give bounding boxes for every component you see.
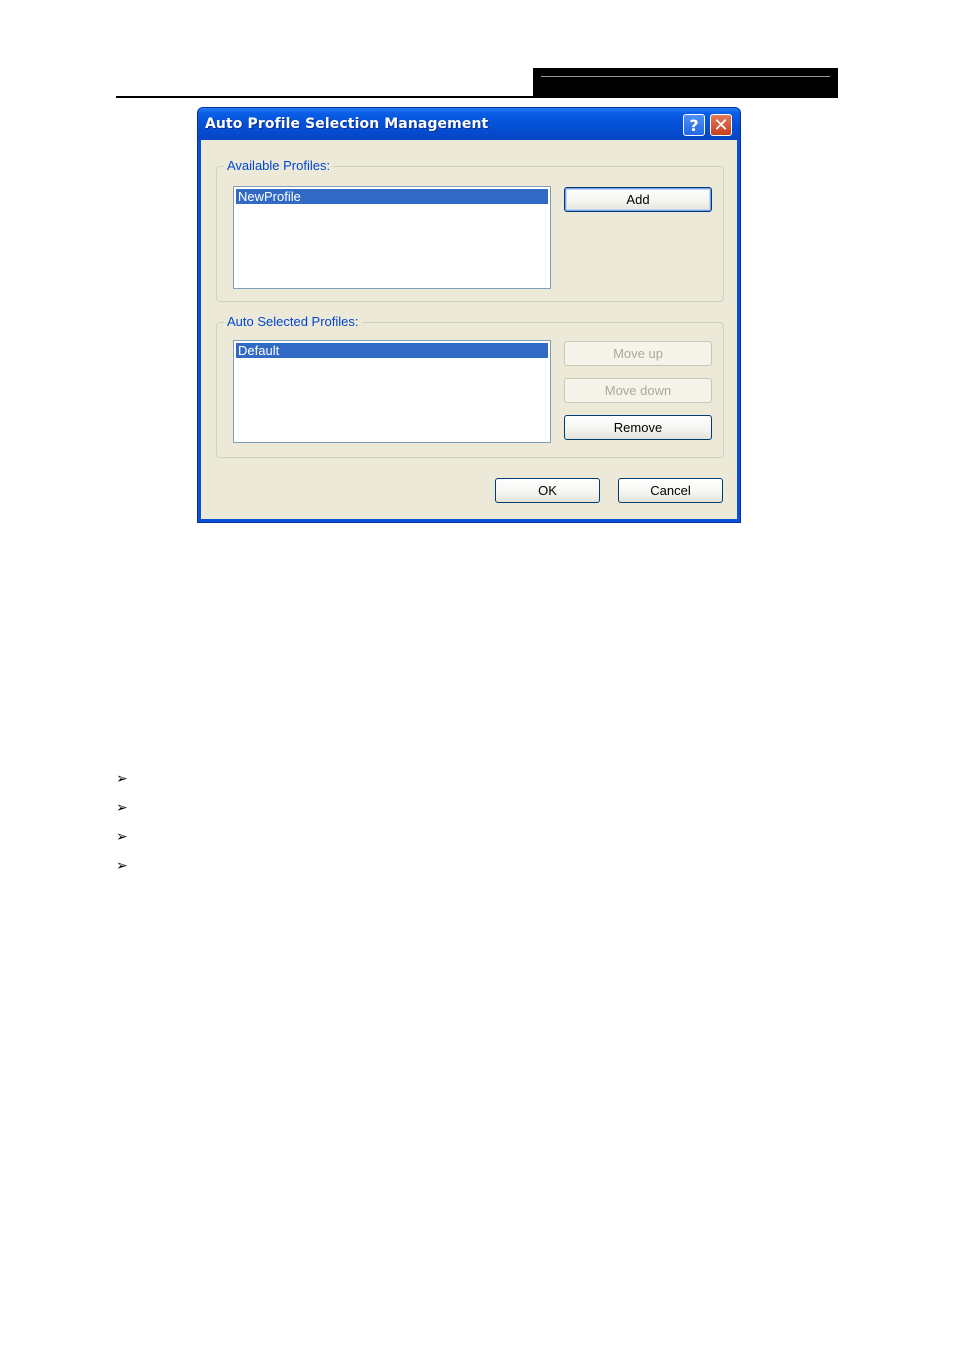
list-item-newprofile[interactable]: NewProfile xyxy=(236,189,548,204)
bullet-list: ➢ ➢ ➢ ➢ xyxy=(116,771,128,887)
move-down-button[interactable]: Move down xyxy=(564,378,712,403)
header-black-bar xyxy=(533,68,838,97)
available-profiles-label: Available Profiles: xyxy=(224,158,334,174)
auto-selected-profiles-group: Auto Selected Profiles: Default Move up … xyxy=(216,314,724,458)
add-button[interactable]: Add xyxy=(564,187,712,212)
help-button[interactable]: ? xyxy=(683,114,705,136)
dialog-client-area: Available Profiles: NewProfile Add Auto … xyxy=(201,140,737,519)
remove-button[interactable]: Remove xyxy=(564,415,712,440)
close-x-icon: ✕ xyxy=(713,114,729,136)
ok-button[interactable]: OK xyxy=(495,478,600,503)
available-profiles-group: Available Profiles: NewProfile Add xyxy=(216,158,724,302)
arrowhead-bullet-icon: ➢ xyxy=(116,771,128,787)
available-profiles-list[interactable]: NewProfile xyxy=(233,186,551,289)
dialog-title: Auto Profile Selection Management xyxy=(205,116,489,132)
auto-selected-profiles-list[interactable]: Default xyxy=(233,340,551,443)
arrowhead-bullet-icon: ➢ xyxy=(116,858,128,874)
cancel-button[interactable]: Cancel xyxy=(618,478,723,503)
header-rule xyxy=(116,96,838,98)
dialog-titlebar[interactable]: Auto Profile Selection Management ? ✕ xyxy=(198,108,740,140)
arrowhead-bullet-icon: ➢ xyxy=(116,800,128,816)
list-item-default[interactable]: Default xyxy=(236,343,548,358)
auto-profile-dialog: Auto Profile Selection Management ? ✕ Av… xyxy=(197,107,741,523)
close-button[interactable]: ✕ xyxy=(710,114,732,136)
auto-selected-profiles-label: Auto Selected Profiles: xyxy=(224,314,362,330)
move-up-button[interactable]: Move up xyxy=(564,341,712,366)
question-mark-icon: ? xyxy=(689,115,699,135)
arrowhead-bullet-icon: ➢ xyxy=(116,829,128,845)
